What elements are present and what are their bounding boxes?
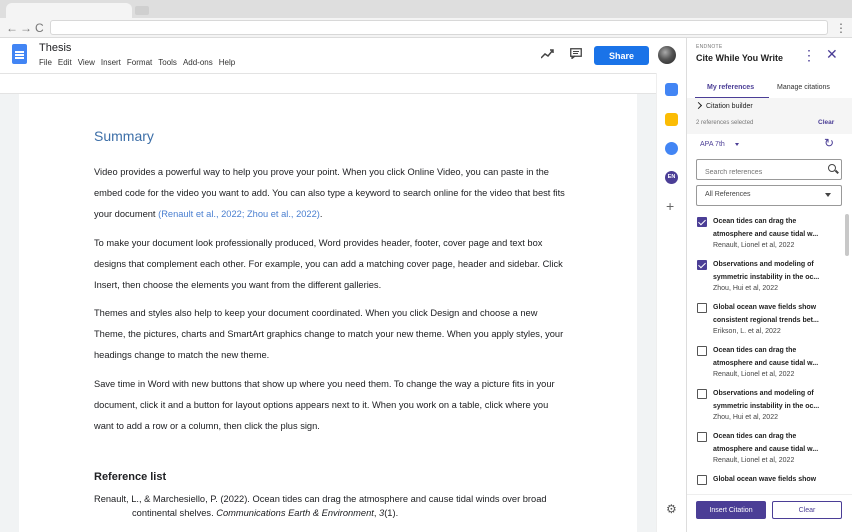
reference-list: Ocean tides can drag the atmosphere and …: [687, 212, 847, 488]
reference-checkbox[interactable]: [697, 389, 707, 399]
keep-icon[interactable]: [665, 113, 678, 126]
document-title[interactable]: Thesis: [39, 42, 71, 54]
reference-item[interactable]: Observations and modeling of symmetric i…: [696, 255, 841, 298]
clear-button[interactable]: Clear: [772, 501, 842, 519]
reference-title: Global ocean wave fields show consistent…: [713, 476, 817, 483]
reference-item[interactable]: Observations and modeling of symmetric i…: [696, 384, 841, 427]
menu-bar: File Edit View Insert Format Tools Add-o…: [39, 58, 235, 67]
reference-checkbox[interactable]: [697, 303, 707, 313]
panel-footer: Insert Citation Clear: [687, 494, 852, 532]
reference-item[interactable]: Global ocean wave fields show consistent…: [696, 470, 841, 488]
reference-list-heading: Reference list: [94, 471, 167, 483]
insert-citation-button[interactable]: Insert Citation: [696, 501, 766, 519]
menu-tools[interactable]: Tools: [158, 58, 177, 67]
selected-count: 2 references selected: [696, 120, 754, 126]
clear-selection-link[interactable]: Clear: [818, 119, 834, 126]
paragraph-1: Video provides a powerful way to help yo…: [94, 167, 565, 219]
calendar-icon[interactable]: [665, 83, 678, 96]
browser-tabstrip: [0, 0, 852, 18]
panel-close-icon[interactable]: ✕: [826, 47, 838, 61]
menu-file[interactable]: File: [39, 58, 52, 67]
reference-author: Zhou, Hui et al, 2022: [713, 414, 778, 421]
addon-strip: EN +: [656, 73, 686, 532]
activity-trend-icon[interactable]: [540, 48, 554, 62]
reference-item[interactable]: Ocean tides can drag the atmosphere and …: [696, 341, 841, 384]
menu-view[interactable]: View: [78, 58, 95, 67]
browser-toolbar: ← → C ⋮: [0, 18, 852, 38]
reference-filter-select[interactable]: All References: [696, 185, 842, 206]
reference-checkbox[interactable]: [697, 475, 707, 485]
menu-edit[interactable]: Edit: [58, 58, 72, 67]
reference-checkbox[interactable]: [697, 260, 707, 270]
panel-title: Cite While You Write: [696, 53, 784, 63]
chevron-right-icon: [694, 101, 703, 110]
forward-icon[interactable]: →: [20, 20, 32, 36]
reference-item[interactable]: Global ocean wave fields show consistent…: [696, 298, 841, 341]
reference-title: Observations and modeling of symmetric i…: [713, 261, 820, 281]
panel-tabs: My references Manage citations: [687, 78, 852, 99]
reference-author: Renault, Lionel et al, 2022: [713, 242, 795, 249]
reference-checkbox[interactable]: [697, 346, 707, 356]
avatar[interactable]: [658, 46, 676, 64]
tasks-icon[interactable]: [665, 142, 678, 155]
document-canvas: Summary Video provides a powerful way to…: [0, 94, 656, 532]
browser-menu-icon[interactable]: ⋮: [835, 20, 847, 36]
search-references-input[interactable]: [696, 159, 842, 180]
tab-manage-citations[interactable]: Manage citations: [777, 84, 830, 91]
reference-author: Zhou, Hui et al, 2022: [713, 285, 778, 292]
reference-title: Global ocean wave fields show consistent…: [713, 304, 819, 324]
back-icon[interactable]: ←: [6, 20, 18, 36]
citation-style-select[interactable]: APA 7th: [700, 141, 739, 148]
address-bar[interactable]: [50, 20, 828, 35]
menu-help[interactable]: Help: [219, 58, 235, 67]
menu-insert[interactable]: Insert: [101, 58, 121, 67]
reference-checkbox[interactable]: [697, 432, 707, 442]
summary-heading: Summary: [94, 128, 154, 144]
citation-builder-toggle[interactable]: Citation builder: [694, 101, 753, 110]
paragraph-2: To make your document look professionall…: [94, 238, 563, 290]
reference-title: Ocean tides can drag the atmosphere and …: [713, 347, 819, 367]
settings-gear-icon[interactable]: ⚙: [666, 503, 677, 515]
paragraph-4: Save time in Word with new buttons that …: [94, 379, 555, 431]
reference-author: Erikson, L. et al, 2022: [713, 328, 781, 335]
citation[interactable]: (Renault et al., 2022; Zhou et al., 2022…: [158, 209, 320, 219]
scrollbar[interactable]: [845, 214, 849, 256]
docs-logo-icon[interactable]: [12, 44, 27, 64]
cite-while-you-write-panel: ENDNOTE Cite While You Write ⋮ ✕ My refe…: [686, 38, 852, 532]
reference-title: Ocean tides can drag the atmosphere and …: [713, 433, 819, 453]
citation-builder-section: Citation builder 2 references selected C…: [687, 98, 852, 134]
tab-my-references[interactable]: My references: [707, 84, 754, 91]
share-button[interactable]: Share: [594, 46, 649, 65]
toolbar-ruler: [0, 73, 656, 94]
panel-menu-icon[interactable]: ⋮: [802, 48, 816, 62]
comments-icon[interactable]: [570, 48, 582, 62]
reference-title: Observations and modeling of symmetric i…: [713, 390, 820, 410]
reference-item[interactable]: Ocean tides can drag the atmosphere and …: [696, 212, 841, 255]
caret-down-icon: [734, 142, 739, 146]
endnote-icon[interactable]: EN: [665, 171, 678, 184]
menu-format[interactable]: Format: [127, 58, 152, 67]
reference-item[interactable]: Ocean tides can drag the atmosphere and …: [696, 427, 841, 470]
reference-checkbox[interactable]: [697, 217, 707, 227]
docs-header: Thesis File Edit View Insert Format Tool…: [0, 38, 686, 73]
new-tab-button[interactable]: [135, 6, 149, 15]
add-addon-icon[interactable]: +: [666, 199, 674, 213]
document-page[interactable]: Summary Video provides a powerful way to…: [19, 94, 637, 532]
caret-down-icon: [825, 193, 831, 197]
reference-author: Renault, Lionel et al, 2022: [713, 371, 795, 378]
search-icon[interactable]: [828, 164, 836, 172]
paragraph-3: Themes and styles also help to keep your…: [94, 308, 564, 360]
panel-brand: ENDNOTE: [696, 44, 723, 50]
browser-tab[interactable]: [6, 3, 132, 18]
reference-author: Renault, Lionel et al, 2022: [713, 457, 795, 464]
refresh-icon[interactable]: ↻: [824, 137, 834, 149]
reload-icon[interactable]: C: [35, 20, 44, 36]
reference-entry: Renault, L., & Marchesiello, P. (2022). …: [94, 494, 547, 518]
reference-title: Ocean tides can drag the atmosphere and …: [713, 218, 819, 238]
menu-addons[interactable]: Add-ons: [183, 58, 213, 67]
